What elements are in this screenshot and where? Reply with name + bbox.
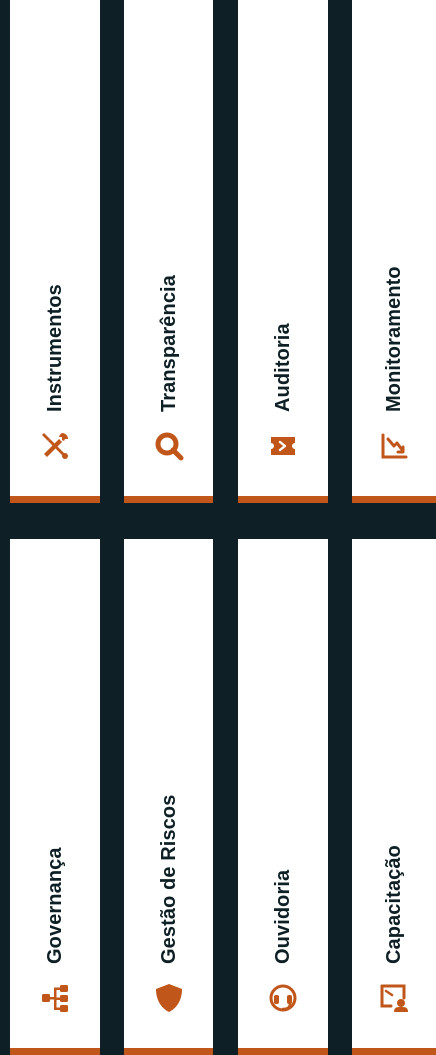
card-ouvidoria[interactable]: Ouvidoria <box>238 539 328 1055</box>
headset-icon <box>263 980 303 1016</box>
card-label: Governança <box>43 847 66 964</box>
card-label: Transparência <box>157 275 179 412</box>
card-label: Monitoramento <box>382 266 405 412</box>
card-instrumentos[interactable]: Instrumentos <box>10 0 100 503</box>
card-label: Capacitação <box>382 845 405 964</box>
card-monitoramento[interactable]: Monitoramento <box>352 0 436 503</box>
card-transparencia[interactable]: Transparência <box>124 0 213 503</box>
shield-icon <box>149 980 189 1016</box>
hierarchy-icon <box>35 980 75 1016</box>
card-label: Ouvidoria <box>271 869 294 964</box>
chart-down-icon <box>374 428 414 464</box>
card-governanca[interactable]: Governança <box>10 539 100 1055</box>
card-label: Auditoria <box>271 323 294 412</box>
page: { "colors": { "background": "#0e2025", "… <box>0 0 436 1055</box>
ticket-icon <box>263 428 303 464</box>
card-auditoria[interactable]: Auditoria <box>238 0 328 503</box>
card-capacitacao[interactable]: Capacitação <box>352 539 436 1055</box>
card-gestao-de-riscos[interactable]: Gestão de Riscos <box>124 539 213 1055</box>
magnifier-icon <box>149 428 189 464</box>
training-icon <box>374 980 414 1016</box>
card-label: Gestão de Riscos <box>157 794 179 964</box>
tools-icon <box>35 428 75 464</box>
card-label: Instrumentos <box>43 284 66 412</box>
